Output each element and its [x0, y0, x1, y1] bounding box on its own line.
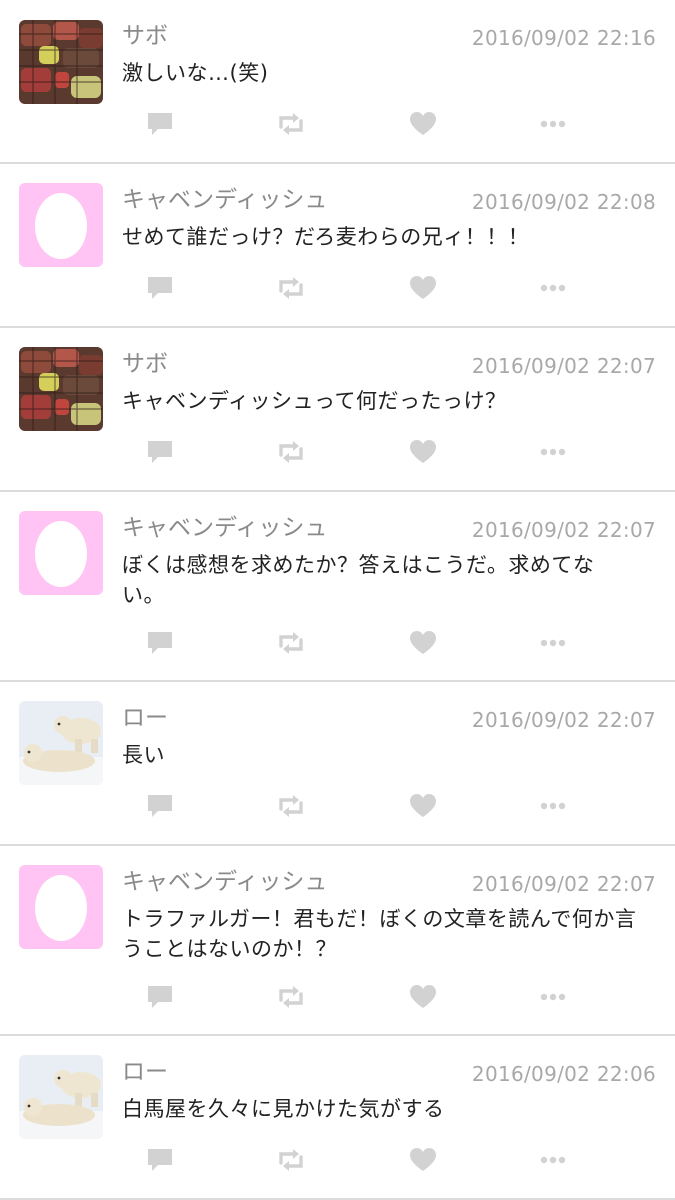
post[interactable]: サボ 2016/09/02 22:07 キャベンディッシュって何だったっけ？ — [0, 328, 675, 492]
like-button[interactable] — [408, 273, 438, 303]
post-author[interactable]: キャベンディッシュ — [122, 186, 327, 214]
reply-button[interactable] — [144, 273, 176, 303]
egg-avatar-icon[interactable] — [19, 183, 103, 267]
like-button[interactable] — [408, 437, 438, 467]
post-actions — [0, 437, 675, 467]
post-actions — [0, 628, 675, 658]
more-button[interactable] — [538, 1145, 568, 1175]
reply-button[interactable] — [144, 437, 176, 467]
post-timestamp: 2016/09/02 22:16 — [471, 26, 656, 50]
like-button[interactable] — [408, 982, 438, 1012]
retweet-icon — [279, 632, 303, 654]
reply-button[interactable] — [144, 982, 176, 1012]
post-actions — [0, 982, 675, 1012]
like-button[interactable] — [408, 1145, 438, 1175]
post-timestamp: 2016/09/02 22:06 — [471, 1062, 656, 1086]
post-text: ぼくは感想を求めたか？答えはこうだ。求めてない。 — [122, 553, 595, 607]
reply-button[interactable] — [144, 628, 176, 658]
post-timestamp: 2016/09/02 22:08 — [471, 190, 656, 214]
post-timestamp: 2016/09/02 22:07 — [471, 872, 656, 896]
more-icon — [540, 1156, 566, 1164]
more-icon — [540, 284, 566, 292]
more-icon — [540, 120, 566, 128]
post-author[interactable]: ロー — [122, 1058, 168, 1086]
polar-bear-avatar-icon[interactable] — [19, 701, 103, 785]
post-text: 白馬屋を久々に見かけた気がする — [122, 1097, 445, 1121]
more-icon — [540, 802, 566, 810]
more-button[interactable] — [538, 791, 568, 821]
post-text: 激しいな…(笑) — [122, 61, 269, 85]
post-author[interactable]: サボ — [122, 22, 168, 50]
more-button[interactable] — [538, 628, 568, 658]
reply-icon — [148, 277, 172, 299]
like-icon — [410, 112, 436, 135]
retweet-button[interactable] — [274, 273, 308, 303]
post-author[interactable]: ロー — [122, 704, 168, 732]
more-button[interactable] — [538, 109, 568, 139]
retweet-icon — [279, 277, 303, 299]
reply-button[interactable] — [144, 109, 176, 139]
polar-bear-avatar-icon[interactable] — [19, 1055, 103, 1139]
more-button[interactable] — [538, 982, 568, 1012]
post-text: キャベンディッシュって何だったっけ？ — [122, 389, 507, 413]
like-button[interactable] — [408, 628, 438, 658]
retweet-button[interactable] — [274, 1145, 308, 1175]
egg-avatar-icon[interactable] — [19, 865, 103, 949]
post-text: 長い — [122, 743, 165, 767]
retweet-button[interactable] — [274, 628, 308, 658]
post-author[interactable]: キャベンディッシュ — [122, 514, 327, 542]
post[interactable]: ロー 2016/09/02 22:07 長い — [0, 682, 675, 846]
grill-avatar-icon[interactable] — [19, 20, 103, 104]
retweet-icon — [279, 1149, 303, 1171]
like-icon — [410, 276, 436, 299]
post-text: せめて誰だっけ？だろ麦わらの兄ィ！！！ — [122, 225, 530, 249]
retweet-icon — [279, 441, 303, 463]
post[interactable]: サボ 2016/09/02 22:16 激しいな…(笑) — [0, 0, 675, 164]
reply-button[interactable] — [144, 791, 176, 821]
retweet-button[interactable] — [274, 437, 308, 467]
post[interactable]: キャベンディッシュ 2016/09/02 22:08 せめて誰だっけ？だろ麦わら… — [0, 164, 675, 328]
retweet-button[interactable] — [274, 982, 308, 1012]
retweet-icon — [279, 986, 303, 1008]
reply-icon — [148, 632, 172, 654]
like-icon — [410, 985, 436, 1008]
more-icon — [540, 993, 566, 1001]
post-actions — [0, 791, 675, 821]
like-icon — [410, 1148, 436, 1171]
like-icon — [410, 631, 436, 654]
retweet-icon — [279, 113, 303, 135]
post[interactable]: キャベンディッシュ 2016/09/02 22:07 トラファルガー！君もだ！ぼ… — [0, 846, 675, 1036]
more-button[interactable] — [538, 273, 568, 303]
post-actions — [0, 1145, 675, 1175]
like-button[interactable] — [408, 791, 438, 821]
post[interactable]: キャベンディッシュ 2016/09/02 22:07 ぼくは感想を求めたか？答え… — [0, 492, 675, 682]
reply-icon — [148, 113, 172, 135]
like-button[interactable] — [408, 109, 438, 139]
post-author[interactable]: サボ — [122, 350, 168, 378]
post-timestamp: 2016/09/02 22:07 — [471, 518, 656, 542]
more-button[interactable] — [538, 437, 568, 467]
post[interactable]: ロー 2016/09/02 22:06 白馬屋を久々に見かけた気がする — [0, 1036, 675, 1200]
like-icon — [410, 440, 436, 463]
egg-avatar-icon[interactable] — [19, 511, 103, 595]
post-author[interactable]: キャベンディッシュ — [122, 868, 327, 896]
retweet-button[interactable] — [274, 791, 308, 821]
retweet-icon — [279, 795, 303, 817]
post-timestamp: 2016/09/02 22:07 — [471, 708, 656, 732]
retweet-button[interactable] — [274, 109, 308, 139]
post-text: トラファルガー！君もだ！ぼくの文章を読んで何か言うことはないのか！？ — [122, 907, 637, 961]
post-actions — [0, 109, 675, 139]
post-timestamp: 2016/09/02 22:07 — [471, 354, 656, 378]
reply-icon — [148, 795, 172, 817]
reply-icon — [148, 441, 172, 463]
reply-icon — [148, 986, 172, 1008]
like-icon — [410, 794, 436, 817]
reply-button[interactable] — [144, 1145, 176, 1175]
more-icon — [540, 639, 566, 647]
post-actions — [0, 273, 675, 303]
more-icon — [540, 448, 566, 456]
timeline: サボ 2016/09/02 22:16 激しいな…(笑) キャベンディッシュ 2… — [0, 0, 675, 1200]
grill-avatar-icon[interactable] — [19, 347, 103, 431]
reply-icon — [148, 1149, 172, 1171]
